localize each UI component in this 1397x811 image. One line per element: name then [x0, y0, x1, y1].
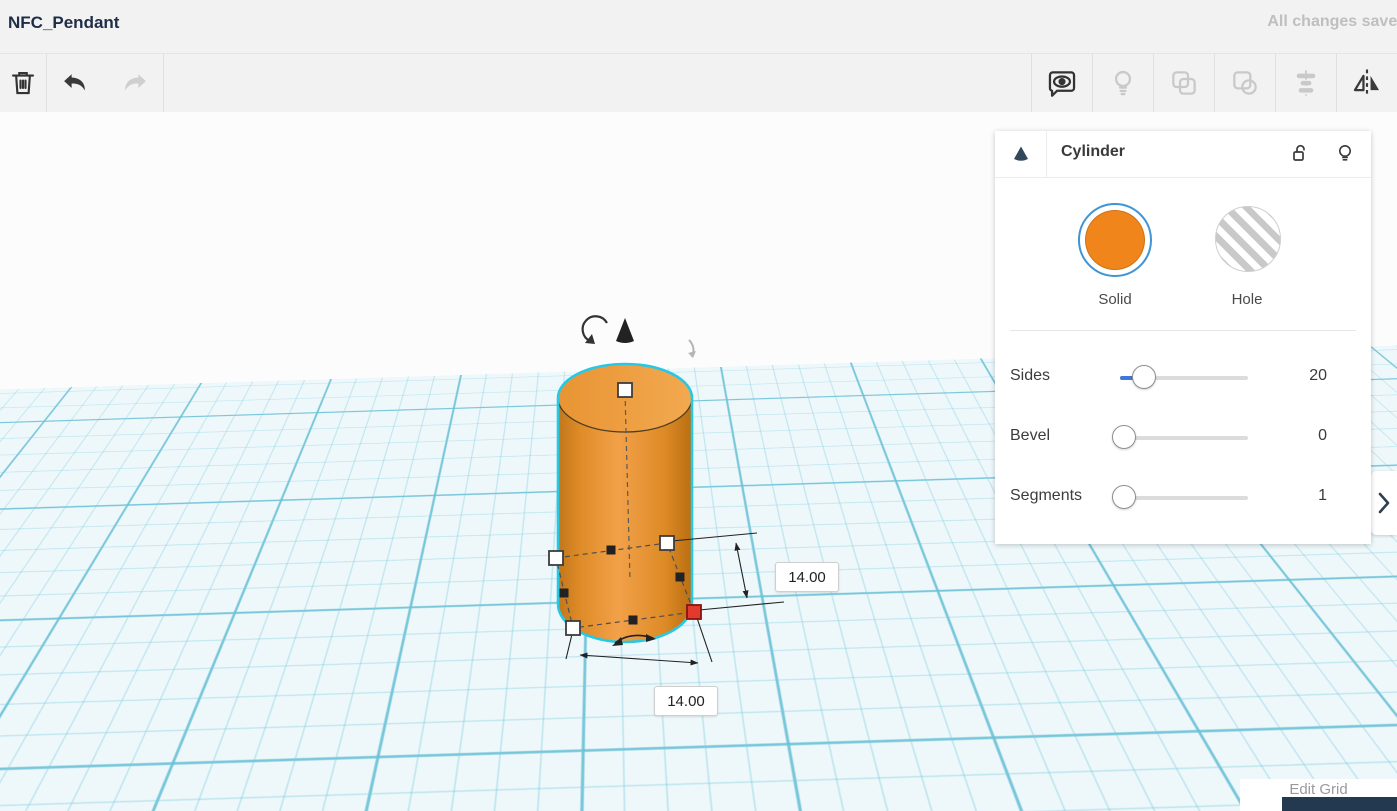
edit-grid-button[interactable]: Edit Grid: [1240, 781, 1397, 798]
snap-grid-dropdown[interactable]: [1282, 797, 1397, 811]
top-bar: NFC_Pendant All changes saved: [0, 0, 1397, 54]
align-icon: [1296, 70, 1316, 96]
segments-slider-handle[interactable]: [1112, 485, 1136, 509]
group-icon: [1172, 71, 1196, 95]
ungroup-button[interactable]: [1214, 54, 1275, 112]
solid-label: Solid: [1098, 291, 1132, 308]
dimension-label-width[interactable]: 14.00: [654, 686, 718, 716]
show-all-eye-icon: [1048, 71, 1076, 97]
mirror-icon: [1353, 69, 1380, 97]
align-button[interactable]: [1275, 54, 1336, 112]
bevel-slider-handle[interactable]: [1112, 425, 1136, 449]
collapse-panel-button[interactable]: [995, 131, 1047, 177]
hole-label: Hole: [1231, 291, 1263, 308]
group-button[interactable]: [1153, 54, 1214, 112]
trash-icon: [11, 71, 35, 95]
mirror-button[interactable]: [1336, 54, 1397, 112]
rotate-arrowhead-faint: [688, 351, 696, 358]
edge-handle[interactable]: [675, 572, 685, 582]
save-status: All changes saved: [1267, 13, 1397, 30]
solid-swatch[interactable]: [1078, 203, 1152, 277]
visibility-button[interactable]: [1327, 141, 1363, 170]
corner-handle[interactable]: [565, 620, 581, 636]
document-title[interactable]: NFC_Pendant: [8, 13, 119, 33]
shape-name-title: Cylinder: [1061, 143, 1126, 160]
chevron-right-icon: [1378, 492, 1390, 514]
tinkercad-app: NFC_Pendant All changes saved 14.00 14.0…: [0, 0, 1397, 811]
lightbulb-icon: [1114, 70, 1132, 96]
sides-label: Sides: [1010, 367, 1051, 384]
height-handle[interactable]: [617, 382, 633, 398]
ungroup-icon: [1233, 71, 1257, 95]
inspector-header: Cylinder: [995, 131, 1371, 178]
segments-row: Segments 1: [995, 481, 1371, 515]
sides-slider-track[interactable]: [1120, 365, 1248, 389]
bevel-row: Bevel 0: [995, 421, 1371, 455]
dimension-label-depth[interactable]: 14.00: [775, 562, 839, 592]
lock-button[interactable]: [1283, 141, 1319, 170]
rotate-handle-arrow[interactable]: [581, 315, 608, 342]
bevel-slider-track[interactable]: [1112, 425, 1248, 449]
edge-handle[interactable]: [559, 588, 569, 598]
toolbar: [0, 54, 1397, 113]
edge-handle[interactable]: [606, 545, 616, 555]
solid-swatch-color: [1085, 210, 1145, 270]
edge-handle[interactable]: [628, 615, 638, 625]
show-all-button[interactable]: [1031, 54, 1092, 112]
redo-icon: [125, 74, 146, 91]
sides-row: Sides 20: [995, 361, 1371, 395]
unlocked-padlock-icon: [1293, 144, 1305, 161]
inspector-divider: [1010, 330, 1356, 331]
toggle-visibility-button[interactable]: [1092, 54, 1153, 112]
expand-panel-tab[interactable]: [1371, 471, 1397, 535]
segments-value: 1: [1318, 487, 1327, 504]
hole-swatch[interactable]: [1215, 206, 1281, 272]
segments-slider-track[interactable]: [1112, 485, 1248, 509]
collapse-cone-icon: [1013, 146, 1028, 161]
delete-button[interactable]: [0, 54, 46, 112]
sides-value: 20: [1309, 367, 1327, 384]
corner-handle[interactable]: [659, 535, 675, 551]
undo-icon: [64, 74, 85, 91]
lightbulb-icon: [1339, 145, 1351, 161]
shape-inspector-panel: Cylinder Solid Hole Sides 20 Bevel 0 Seg…: [995, 131, 1371, 544]
raise-handle-cone[interactable]: [616, 318, 634, 343]
bevel-label: Bevel: [1010, 427, 1051, 444]
undo-button[interactable]: [47, 54, 105, 112]
segments-label: Segments: [1010, 487, 1083, 504]
redo-button[interactable]: [105, 54, 163, 112]
corner-handle[interactable]: [548, 550, 564, 566]
sides-slider-handle[interactable]: [1132, 365, 1156, 389]
bevel-value: 0: [1318, 427, 1327, 444]
corner-handle-active[interactable]: [686, 604, 702, 620]
